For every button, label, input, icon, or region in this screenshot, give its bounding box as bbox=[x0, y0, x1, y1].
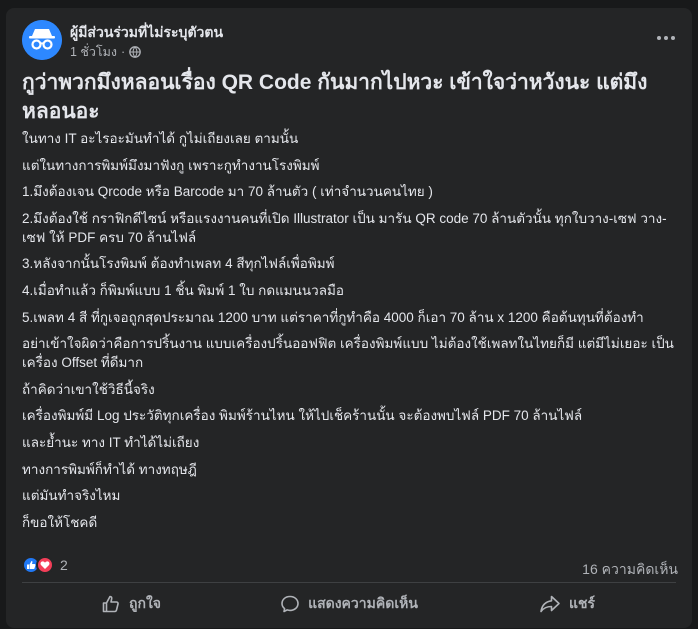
share-button[interactable]: แชร์ bbox=[458, 586, 676, 622]
like-button[interactable]: ถูกใจ bbox=[22, 586, 240, 622]
post-card: ผู้มีส่วนร่วมที่ไม่ระบุตัวตน 1 ชั่วโมง ·… bbox=[6, 8, 692, 628]
post-paragraph: แต่ในทางการพิมพ์มึงมาฟังกู เพราะกูทำงานโ… bbox=[22, 157, 320, 173]
share-arrow-icon bbox=[540, 595, 560, 613]
reactions-summary[interactable]: 2 bbox=[22, 556, 68, 574]
share-label: แชร์ bbox=[568, 595, 596, 611]
comment-count[interactable]: 16 ความคิดเห็น bbox=[582, 559, 678, 581]
heart-icon bbox=[36, 556, 54, 574]
post-meta: 1 ชั่วโมง · bbox=[70, 42, 142, 62]
anonymous-avatar[interactable] bbox=[22, 20, 62, 60]
meta-separator: · bbox=[121, 45, 126, 59]
author-name[interactable]: ผู้มีส่วนร่วมที่ไม่ระบุตัวตน bbox=[70, 22, 223, 44]
anonymous-incognito-icon bbox=[22, 20, 62, 60]
post-paragraph: 2.มึงต้องใช้ กราฟิกดีไซน์ หรือแรงงานคนที… bbox=[22, 211, 667, 245]
post-paragraph: 3.หลังจากนั้นโรงพิมพ์ ต้องทำเพลท 4 สีทุก… bbox=[22, 256, 335, 272]
post-body: ในทาง IT อะไรอะมันทำได้ กูไม่เถียงเลย ตา… bbox=[22, 130, 676, 541]
post-paragraph: อย่าเข้าใจผิดว่าคือการปริ้นงาน แบบเครื่อ… bbox=[22, 336, 674, 370]
post-paragraph: ในทาง IT อะไรอะมันทำได้ กูไม่เถียงเลย ตา… bbox=[22, 131, 299, 146]
post-paragraph: 5.เพลท 4 สี ที่กูเจอถูกสุดประมาณ 1200 บา… bbox=[22, 309, 644, 325]
post-paragraph: เครื่องพิมพ์มี Log ประวัติทุกเครื่อง พิม… bbox=[22, 408, 583, 424]
post-paragraph: ทางการพิมพ์ก็ทำได้ ทางทฤษฎี bbox=[22, 461, 197, 477]
post-header: ผู้มีส่วนร่วมที่ไม่ระบุตัวตน 1 ชั่วโมง · bbox=[22, 18, 682, 62]
globe-icon[interactable] bbox=[129, 46, 142, 58]
post-paragraph: แต่มันทำจริงไหม bbox=[22, 488, 121, 504]
post-paragraph: ถ้าคิดว่าเขาใช้วิธีนี้จริง bbox=[22, 381, 155, 397]
reaction-count[interactable]: 2 bbox=[60, 557, 68, 573]
post-title: กูว่าพวกมึงหลอนเรื่อง QR Code กันมากไปหว… bbox=[22, 71, 648, 123]
reaction-icons bbox=[22, 556, 54, 574]
post-actions: ถูกใจ แสดงความคิดเห็น แชร์ bbox=[22, 586, 676, 622]
speech-bubble-icon bbox=[281, 595, 299, 613]
like-label: ถูกใจ bbox=[129, 595, 161, 611]
comment-label: แสดงความคิดเห็น bbox=[308, 595, 418, 611]
thumbs-up-outline-icon bbox=[102, 595, 119, 613]
post-paragraph: 4.เมื่อทำแล้ว ก็พิมพ์แบบ 1 ชิ้น พิมพ์ 1 … bbox=[22, 282, 345, 298]
post-paragraph: 1.มึงต้องเจน Qrcode หรือ Barcode มา 70 ล… bbox=[22, 184, 433, 200]
post-paragraph: และย้ำนะ ทาง IT ทำได้ไม่เถียง bbox=[22, 434, 200, 450]
post-time[interactable]: 1 ชั่วโมง bbox=[70, 42, 117, 62]
post-paragraph: ก็ขอให้โชคดี bbox=[22, 514, 98, 530]
more-options-button[interactable] bbox=[652, 28, 680, 48]
ellipsis-icon bbox=[657, 36, 675, 40]
comment-button[interactable]: แสดงความคิดเห็น bbox=[240, 586, 458, 622]
divider bbox=[22, 582, 676, 583]
